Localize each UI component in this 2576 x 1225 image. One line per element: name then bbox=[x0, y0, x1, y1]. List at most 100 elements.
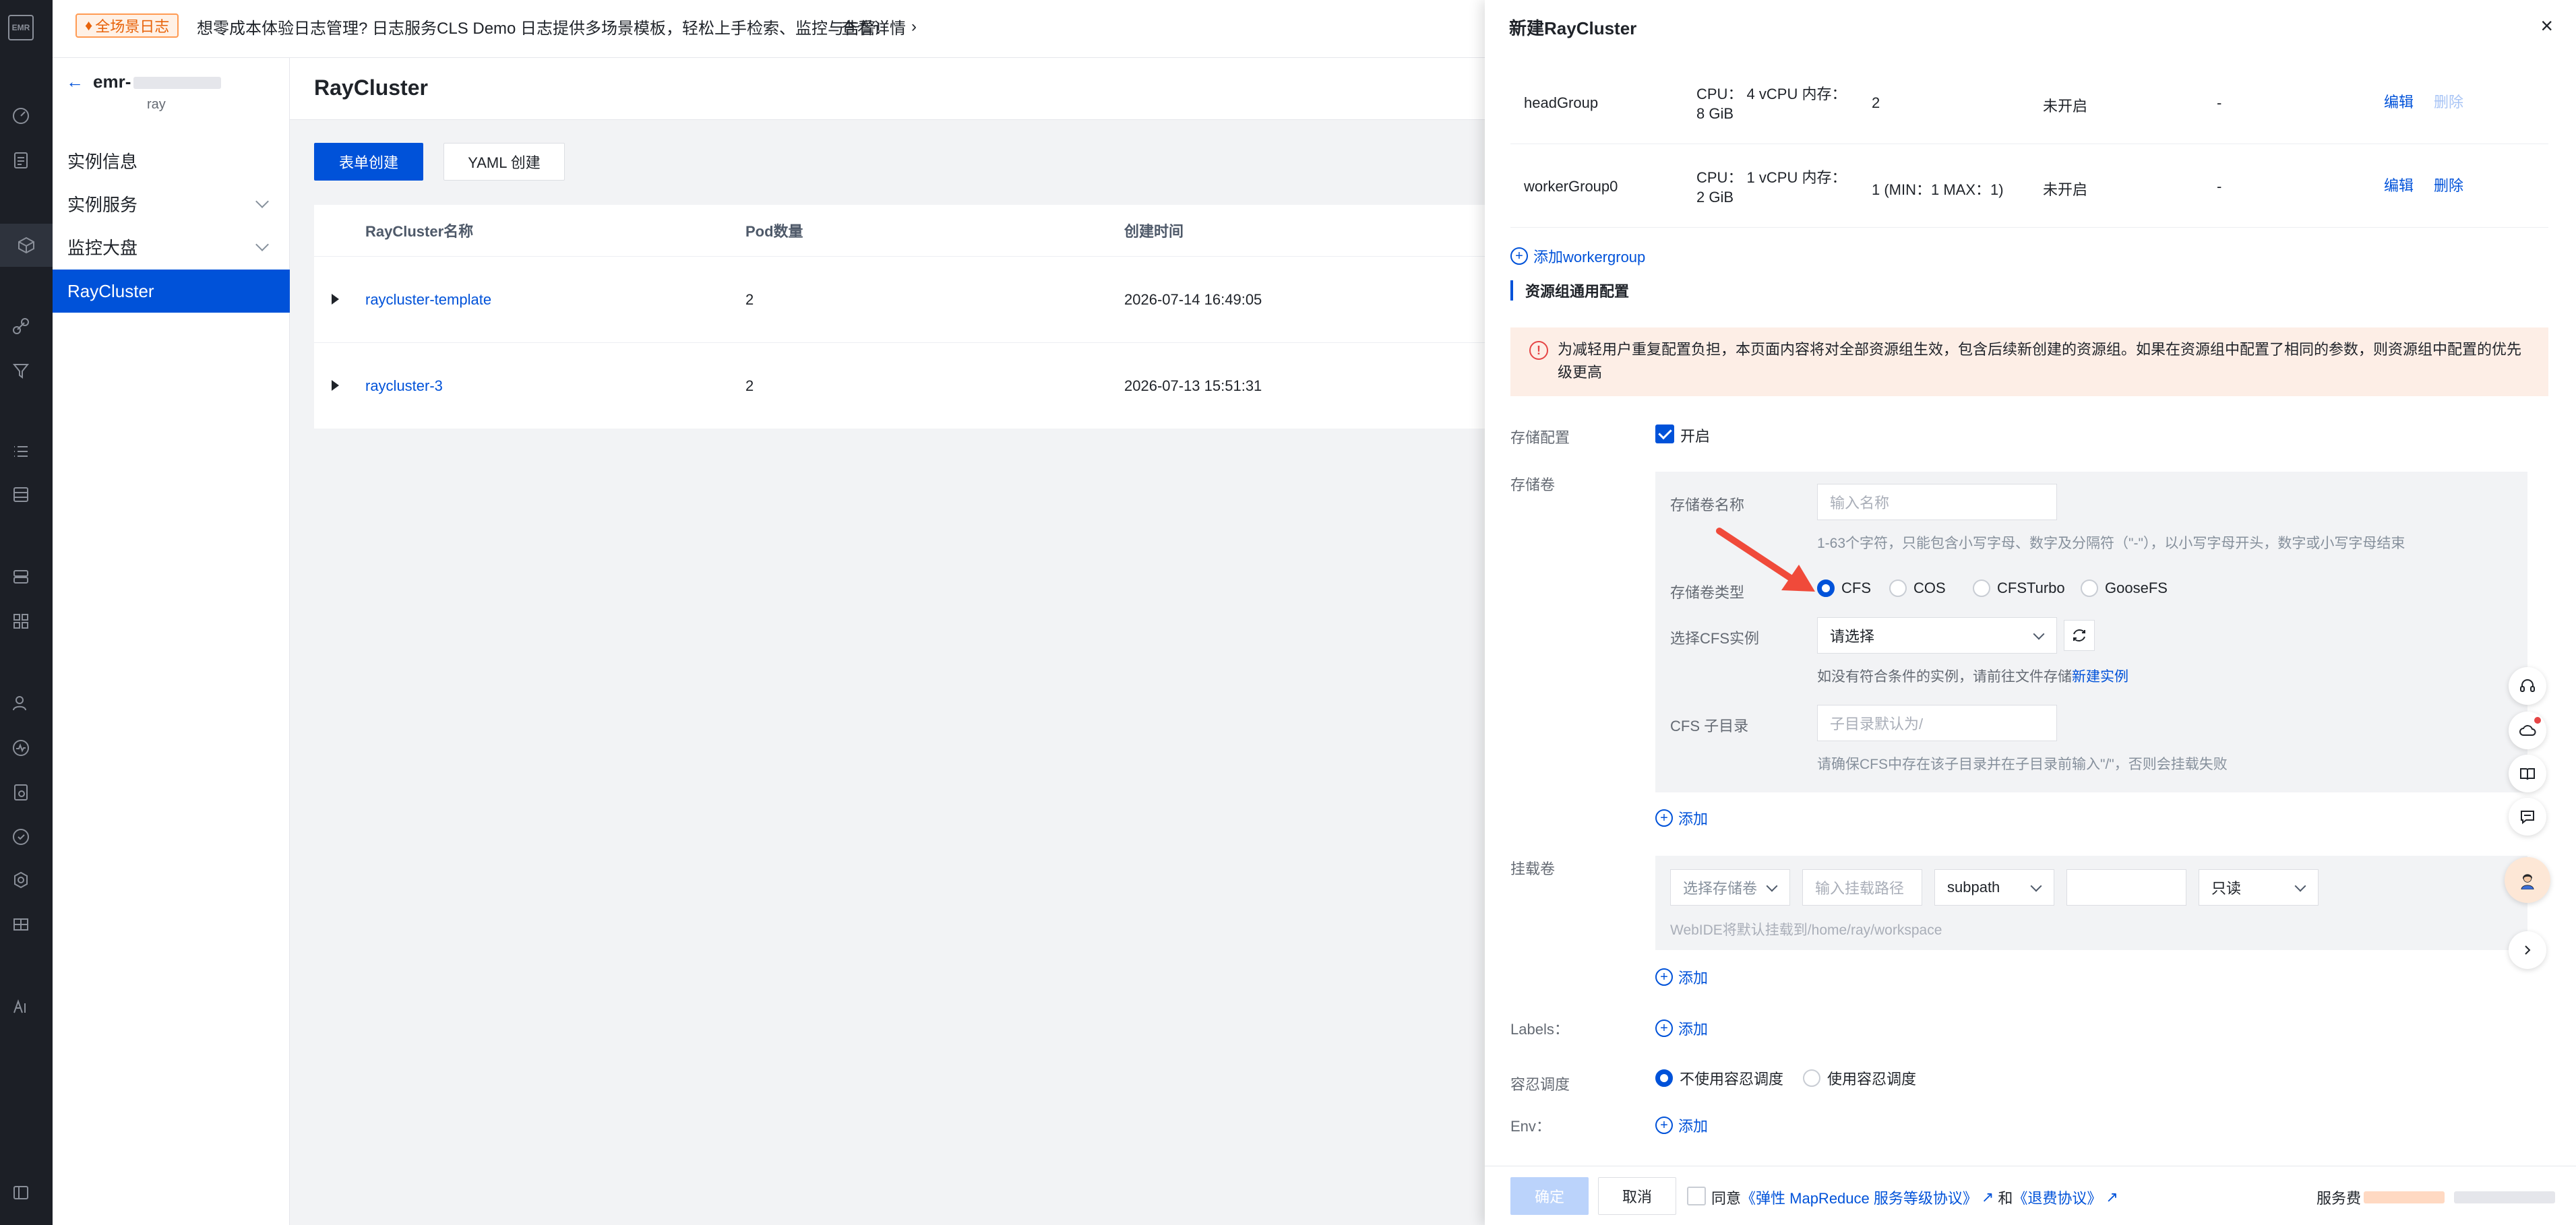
filter-icon[interactable] bbox=[10, 360, 32, 381]
cluster-name-link[interactable]: raycluster-template bbox=[365, 257, 491, 343]
storage-enabled-checkbox[interactable] bbox=[1655, 425, 1674, 443]
document-icon[interactable] bbox=[10, 150, 32, 171]
monitor-icon[interactable] bbox=[10, 737, 32, 759]
form-create-button[interactable]: 表单创建 bbox=[314, 143, 423, 181]
group-count: 1 (MIN：1 MAX：1) bbox=[1872, 181, 2004, 198]
close-icon[interactable]: × bbox=[2540, 13, 2553, 38]
mount-volume-select[interactable]: 选择存储卷 bbox=[1670, 869, 1790, 906]
cloud-icon[interactable] bbox=[2509, 712, 2546, 749]
cfs-instance-select[interactable]: 请选择 bbox=[1817, 617, 2057, 654]
yaml-create-button[interactable]: YAML 创建 bbox=[443, 143, 565, 181]
refresh-icon[interactable] bbox=[2064, 620, 2095, 651]
group-name: workerGroup0 bbox=[1524, 178, 1618, 195]
radio-icon bbox=[2081, 579, 2098, 597]
external-link-icon: ↗ bbox=[2106, 1189, 2118, 1205]
radio-no-toleration[interactable]: 不使用容忍调度 bbox=[1655, 1067, 1783, 1089]
cancel-button[interactable]: 取消 bbox=[1598, 1177, 1676, 1215]
page-title: RayCluster bbox=[314, 75, 428, 100]
mount-path-input[interactable]: 输入挂载路径 bbox=[1802, 869, 1922, 906]
ai-icon[interactable] bbox=[10, 996, 32, 1017]
pod-count: 2 bbox=[745, 377, 754, 394]
apps-icon[interactable] bbox=[10, 610, 32, 632]
support-headset-icon[interactable] bbox=[2509, 667, 2546, 705]
add-label-button[interactable]: + 添加 bbox=[1655, 1017, 1708, 1039]
radio-cfsturbo[interactable]: CFSTurbo bbox=[1973, 579, 2065, 597]
select-value: subpath bbox=[1947, 879, 2000, 896]
emr-logo-icon[interactable]: EMR bbox=[8, 15, 34, 40]
column-header-created: 创建时间 bbox=[1124, 223, 1184, 240]
volume-name-input[interactable]: 输入名称 bbox=[1817, 484, 2057, 520]
sidebar-item-label: 实例信息 bbox=[67, 151, 138, 172]
resource-group-row: workerGroup0 CPU： 1 vCPU 内存： 2 GiB 1 (MI… bbox=[1510, 144, 2548, 228]
add-label: 添加 bbox=[1678, 970, 1709, 986]
list-icon[interactable] bbox=[10, 441, 32, 462]
radio-label: CFSTurbo bbox=[1997, 579, 2065, 596]
link-icon[interactable] bbox=[10, 315, 32, 337]
delete-link[interactable]: 删除 bbox=[2434, 174, 2463, 195]
settings-icon[interactable] bbox=[10, 869, 32, 891]
expand-row-icon[interactable] bbox=[332, 380, 339, 391]
edit-link[interactable]: 编辑 bbox=[2384, 90, 2414, 112]
labels-label: Labels： bbox=[1510, 1021, 1569, 1038]
app-root: EMR ♦ 全场景日志 想零成本体验日志管理? 日志服务CLS Demo 日志提供… bbox=[0, 0, 2576, 1225]
add-mount-button[interactable]: + 添加 bbox=[1655, 966, 1708, 988]
radio-icon bbox=[1889, 579, 1907, 597]
instance-icon[interactable] bbox=[0, 224, 53, 267]
plus-circle-icon: + bbox=[1510, 247, 1528, 265]
sidebar-item-instance-info[interactable]: 实例信息 bbox=[53, 139, 290, 182]
feedback-icon[interactable] bbox=[2509, 798, 2546, 836]
assistant-avatar[interactable] bbox=[2505, 857, 2550, 903]
banner-link-label: 查看详情 bbox=[841, 20, 906, 38]
edit-link[interactable]: 编辑 bbox=[2384, 174, 2414, 195]
confirm-button-disabled[interactable]: 确定 bbox=[1510, 1177, 1589, 1215]
sla-agreement-link[interactable]: 《弹性 MapReduce 服务等级协议》 bbox=[1741, 1187, 1977, 1208]
add-label: 添加 bbox=[1678, 1118, 1709, 1135]
mount-hint: WebIDE将默认挂载到/home/ray/workspace bbox=[1670, 922, 1942, 938]
banner-details-link[interactable]: 查看详情 › bbox=[841, 15, 917, 38]
radio-cos[interactable]: COS bbox=[1889, 579, 1946, 597]
add-workergroup-button[interactable]: + 添加workergroup bbox=[1510, 245, 1645, 267]
resource-group-row: headGroup CPU： 4 vCPU 内存： 8 GiB 2 未开启 - … bbox=[1510, 61, 2548, 144]
add-env-button[interactable]: + 添加 bbox=[1655, 1114, 1708, 1136]
group-spec: CPU： 1 vCPU 内存： bbox=[1696, 169, 1847, 186]
user-settings-icon[interactable] bbox=[10, 693, 32, 714]
storage-config-label: 存储配置 bbox=[1510, 429, 1570, 446]
chevron-down-icon bbox=[1766, 880, 1778, 892]
grid-icon[interactable] bbox=[10, 914, 32, 935]
cfs-subdir-input[interactable]: 子目录默认为/ bbox=[1817, 705, 2057, 741]
server-icon[interactable] bbox=[10, 566, 32, 588]
collapse-icon[interactable] bbox=[10, 1182, 32, 1203]
and-label: 和 bbox=[1998, 1190, 2013, 1207]
sidebar-item-instance-services[interactable]: 实例服务 bbox=[53, 182, 290, 225]
cluster-name-link[interactable]: raycluster-3 bbox=[365, 343, 443, 429]
add-volume-button[interactable]: + 添加 bbox=[1655, 807, 1708, 829]
radio-goosefs[interactable]: GooseFS bbox=[2081, 579, 2168, 597]
radio-use-toleration[interactable]: 使用容忍调度 bbox=[1803, 1067, 1916, 1089]
group-dash: - bbox=[2217, 94, 2222, 111]
info-alert: ! 为减轻用户重复配置负担，本页面内容将对全部资源组生效，包含后续新创建的资源组… bbox=[1510, 327, 2548, 396]
mount-mode-select[interactable]: 只读 bbox=[2199, 869, 2319, 906]
sidebar-item-raycluster[interactable]: RayCluster bbox=[53, 270, 290, 313]
subpath-input[interactable] bbox=[2066, 869, 2186, 906]
chevron-right-icon[interactable] bbox=[2509, 931, 2546, 969]
annotation-arrow bbox=[1716, 528, 1815, 592]
radio-cfs[interactable]: CFS bbox=[1817, 579, 1871, 597]
dashboard-icon[interactable] bbox=[10, 105, 32, 127]
table-icon[interactable] bbox=[10, 484, 32, 505]
group-name: headGroup bbox=[1524, 94, 1599, 111]
page-header: RayCluster bbox=[290, 58, 1485, 120]
agree-checkbox[interactable] bbox=[1687, 1187, 1706, 1205]
back-arrow-icon[interactable]: ← bbox=[66, 71, 84, 92]
book-icon[interactable] bbox=[2509, 755, 2546, 792]
refund-agreement-link[interactable]: 《退费协议》 bbox=[2013, 1187, 2102, 1208]
sidebar-item-monitoring[interactable]: 监控大盘 bbox=[53, 225, 290, 268]
report-icon[interactable] bbox=[10, 782, 32, 803]
new-instance-link[interactable]: 新建实例 bbox=[2072, 669, 2128, 685]
cfs-subdir-hint: 请确保CFS中存在该子目录并在子目录前输入"/"，否则会挂载失败 bbox=[1817, 757, 2228, 772]
group-spec-memory: 8 GiB bbox=[1696, 105, 1734, 122]
expand-row-icon[interactable] bbox=[332, 294, 339, 305]
subpath-select[interactable]: subpath bbox=[1934, 869, 2054, 906]
banner-tag: ♦ 全场景日志 bbox=[75, 13, 179, 38]
plus-circle-icon: + bbox=[1655, 968, 1673, 986]
security-icon[interactable] bbox=[10, 826, 32, 848]
